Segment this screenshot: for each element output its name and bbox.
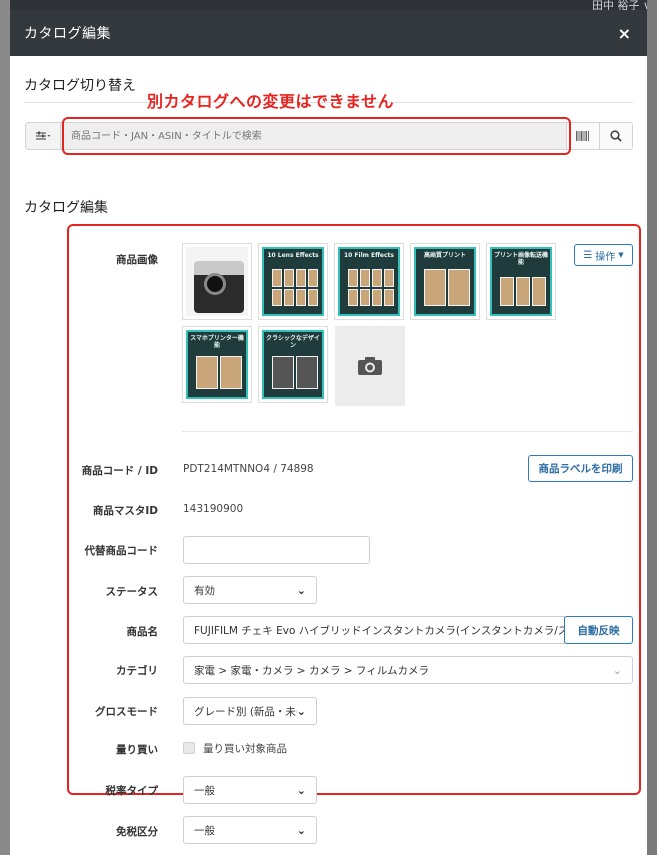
tax-free-label: 免税区分 bbox=[116, 826, 158, 838]
gross-mode-value: グレード別 (新品・未( bbox=[194, 705, 297, 718]
category-value: 家電 > 家電・カメラ > カメラ > フィルムカメラ bbox=[194, 664, 429, 677]
filter-button[interactable] bbox=[25, 122, 61, 150]
list-icon: ☰ bbox=[583, 249, 593, 261]
catalog-switch-title: カタログ切り替え bbox=[24, 78, 136, 94]
close-icon[interactable]: × bbox=[618, 24, 631, 43]
tax-type-value: 一般 bbox=[194, 784, 215, 797]
product-thumbnail[interactable]: 10 Lens Effects bbox=[258, 243, 328, 320]
thumbnail-title: プリント画像転送機能 bbox=[493, 252, 548, 266]
code-label: 商品コード / ID bbox=[81, 465, 158, 477]
image-label: 商品画像 bbox=[116, 254, 158, 266]
thumbnail-title: クラシックなデザイン bbox=[266, 335, 320, 349]
name-label: 商品名 bbox=[126, 626, 159, 638]
print-label-button[interactable]: 商品ラベルを印刷 bbox=[528, 455, 633, 482]
operation-button[interactable]: ☰ 操作 ▼ bbox=[574, 244, 633, 266]
product-thumbnail[interactable]: クラシックなデザイン bbox=[258, 326, 328, 403]
chevron-down-icon: ⌄ bbox=[612, 663, 622, 677]
camera-icon bbox=[358, 357, 382, 375]
barcode-icon bbox=[576, 131, 589, 141]
gross-mode-select[interactable]: グレード別 (新品・未( ⌄ bbox=[183, 697, 317, 725]
thumbnail-title: 10 Lens Effects bbox=[267, 252, 319, 259]
split-buy-checkbox-label: 量り買い対象商品 bbox=[203, 743, 287, 755]
sliders-icon bbox=[36, 131, 51, 140]
background-left-strip bbox=[0, 0, 10, 855]
catalog-edit-title: カタログ編集 bbox=[24, 200, 108, 216]
status-value: 有効 bbox=[194, 584, 215, 597]
annotation-highlight-search bbox=[62, 117, 571, 155]
tax-type-select[interactable]: 一般 ⌄ bbox=[183, 776, 317, 804]
search-button[interactable] bbox=[600, 122, 633, 150]
category-select[interactable]: 家電 > 家電・カメラ > カメラ > フィルムカメラ ⌄ bbox=[183, 656, 633, 684]
gross-mode-label: グロスモード bbox=[95, 706, 158, 718]
product-thumbnail[interactable]: 10 Film Effects bbox=[334, 243, 404, 320]
background-right-strip bbox=[647, 0, 657, 855]
tax-free-select[interactable]: 一般 ⌄ bbox=[183, 816, 317, 844]
caret-down-icon: ▼ bbox=[618, 251, 624, 259]
search-icon bbox=[610, 130, 622, 142]
chevron-down-icon: ⌄ bbox=[296, 583, 306, 597]
camera-lens-shape bbox=[204, 273, 226, 295]
catalog-edit-modal: カタログ編集 × カタログ切り替え 別カタログへの変更はできません 商品コード・… bbox=[10, 10, 647, 855]
alt-code-label: 代替商品コード bbox=[84, 545, 159, 557]
master-id-label: 商品マスタID bbox=[92, 505, 158, 517]
split-buy-checkbox[interactable] bbox=[183, 742, 195, 754]
status-select[interactable]: 有効 ⌄ bbox=[183, 576, 317, 604]
status-label: ステータス bbox=[105, 586, 159, 598]
barcode-button[interactable] bbox=[567, 122, 600, 150]
category-label: カテゴリ bbox=[116, 665, 158, 677]
background-topbar bbox=[0, 0, 657, 10]
annotation-text: 別カタログへの変更はできません bbox=[147, 92, 395, 111]
code-value: PDT214MTNNO4 / 74898 bbox=[183, 463, 314, 475]
camera-product-image bbox=[186, 247, 248, 316]
split-buy-label: 量り買い bbox=[116, 744, 158, 756]
form-divider bbox=[182, 431, 633, 432]
thumbnail-title: スマホプリンター機能 bbox=[190, 335, 244, 349]
product-thumbnail[interactable]: プリント画像転送機能 bbox=[486, 243, 556, 320]
master-id-value: 143190900 bbox=[183, 503, 244, 515]
chevron-down-icon: ⌄ bbox=[296, 783, 306, 797]
tax-free-value: 一般 bbox=[194, 824, 215, 837]
product-thumbnail[interactable]: スマホプリンター機能 bbox=[182, 326, 252, 403]
product-thumbnail[interactable] bbox=[182, 243, 252, 320]
thumbnail-title: 10 Film Effects bbox=[343, 252, 394, 259]
modal-header: カタログ編集 × bbox=[10, 10, 647, 56]
modal-title: カタログ編集 bbox=[24, 26, 111, 42]
product-name-input[interactable]: FUJIFILM チェキ Evo ハイブリッドインスタントカメラ(インスタントカ… bbox=[183, 616, 565, 644]
tax-type-label: 税率タイプ bbox=[105, 785, 159, 797]
operation-button-label: 操作 bbox=[595, 251, 616, 263]
add-photo-button[interactable] bbox=[335, 326, 405, 406]
chevron-down-icon: ⌄ bbox=[296, 823, 306, 837]
product-thumbnail[interactable]: 高画質プリント bbox=[410, 243, 480, 320]
alt-code-input[interactable] bbox=[183, 536, 370, 564]
auto-fill-button[interactable]: 自動反映 bbox=[564, 616, 633, 644]
chevron-down-icon: ⌄ bbox=[296, 704, 306, 718]
thumbnail-title: 高画質プリント bbox=[423, 252, 466, 259]
